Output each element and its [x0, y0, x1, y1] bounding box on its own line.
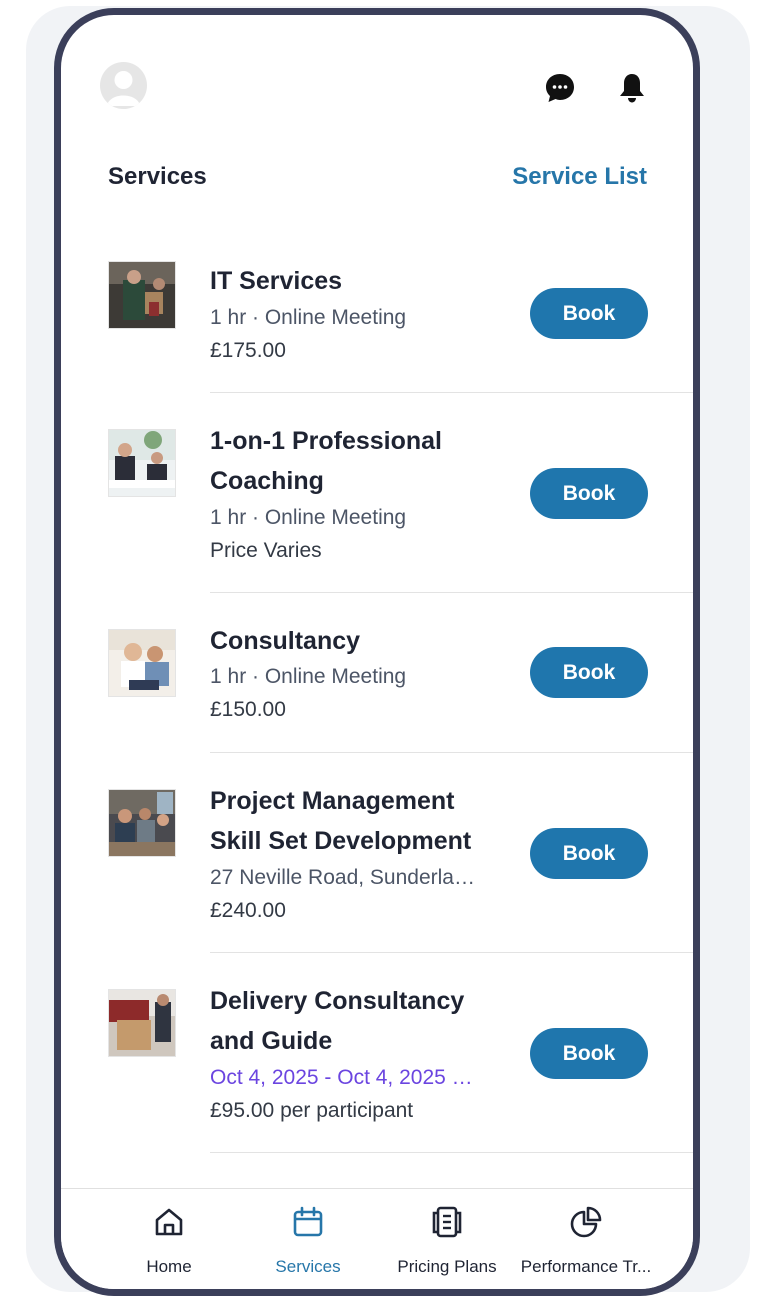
service-title: Consultancy: [210, 627, 361, 655]
service-detail: 27 Neville Road, Sunderla…: [210, 866, 475, 889]
service-price: £175.00: [210, 339, 286, 362]
service-list: IT Services 1 hr · Online Meeting £175.0…: [61, 245, 693, 1153]
book-button[interactable]: Book: [530, 1028, 648, 1079]
book-button[interactable]: Book: [530, 647, 648, 698]
service-item-project-management: Project Management Skill Set Development…: [61, 753, 693, 953]
service-price: Price Varies: [210, 539, 322, 562]
service-price: £240.00: [210, 899, 286, 922]
nav-label: Pricing Plans: [397, 1257, 497, 1276]
service-detail: 1 hr · Online Meeting: [210, 306, 407, 329]
service-photo: [109, 630, 175, 696]
home-icon: [155, 1208, 183, 1236]
service-thumbnail: [108, 789, 176, 857]
service-price: £150.00: [210, 698, 286, 721]
service-title: Delivery Consultancy and Guide: [210, 987, 465, 1055]
book-button[interactable]: Book: [530, 828, 648, 879]
nav-item-performance[interactable]: Performance Tr...: [516, 1189, 656, 1289]
bottom-navigation: Home Services Pricing Plans Performance …: [61, 1188, 693, 1289]
service-price: £95.00 per participant: [210, 1099, 414, 1122]
app-screen: Services Service List IT Services 1 hr ·…: [61, 15, 693, 1289]
service-title: Project Management Skill Set Development: [210, 787, 472, 855]
book-button[interactable]: Book: [530, 468, 648, 519]
service-thumbnail: [108, 261, 176, 329]
service-photo: [109, 990, 175, 1056]
service-thumbnail: [108, 429, 176, 497]
nav-label: Home: [146, 1257, 192, 1276]
nav-item-home[interactable]: Home: [99, 1189, 239, 1289]
nav-item-services[interactable]: Services: [238, 1189, 378, 1289]
book-button[interactable]: Book: [530, 288, 648, 339]
service-photo: [109, 790, 175, 856]
service-date-range: Oct 4, 2025 - Oct 4, 2025 …: [210, 1066, 473, 1089]
nav-item-pricing-plans[interactable]: Pricing Plans: [377, 1189, 517, 1289]
service-photo: [109, 430, 175, 496]
service-photo: [109, 262, 175, 328]
service-item-delivery-consultancy: Delivery Consultancy and Guide Oct 4, 20…: [61, 953, 693, 1153]
user-avatar-icon: [107, 71, 140, 106]
section-title: Services: [108, 163, 207, 190]
bell-icon[interactable]: [615, 71, 649, 105]
service-item-professional-coaching: 1-on-1 Professional Coaching 1 hr · Onli…: [61, 393, 693, 593]
service-detail: 1 hr · Online Meeting: [210, 665, 407, 688]
service-item-it-services: IT Services 1 hr · Online Meeting £175.0…: [61, 245, 693, 393]
service-title: IT Services: [210, 267, 343, 295]
service-thumbnail: [108, 629, 176, 697]
phone-frame: Services Service List IT Services 1 hr ·…: [54, 8, 700, 1296]
top-bar: [61, 15, 693, 135]
nav-label: Services: [275, 1257, 341, 1276]
calendar-icon: [293, 1206, 323, 1237]
service-title: 1-on-1 Professional Coaching: [210, 427, 442, 495]
service-list-link[interactable]: Service List: [512, 163, 647, 191]
pie-chart-icon: [570, 1206, 602, 1238]
divider: [210, 1152, 693, 1153]
chat-icon[interactable]: [543, 71, 577, 105]
service-item-consultancy: Consultancy 1 hr · Online Meeting £150.0…: [61, 593, 693, 753]
avatar[interactable]: [100, 62, 147, 109]
service-thumbnail: [108, 989, 176, 1057]
nav-label: Performance Tr...: [520, 1257, 652, 1276]
service-detail: 1 hr · Online Meeting: [210, 506, 407, 529]
document-icon: [432, 1206, 462, 1238]
